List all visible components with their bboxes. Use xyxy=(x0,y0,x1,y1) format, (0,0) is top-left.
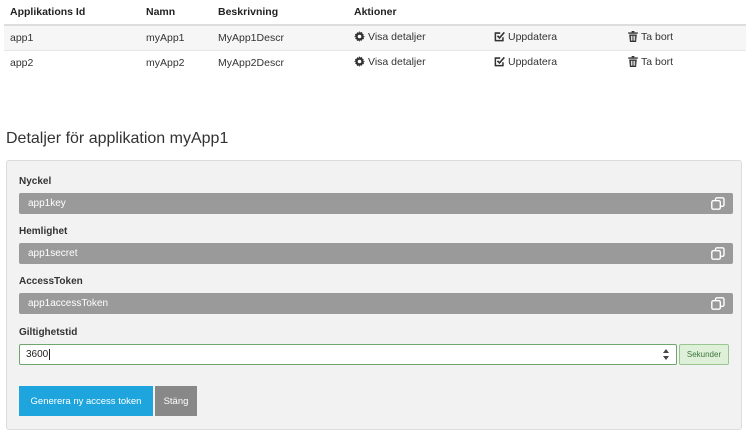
show-details-label: Visa detaljer xyxy=(368,30,426,43)
header-actions: Aktioner xyxy=(348,0,488,26)
details-panel: Nyckel app1key Hemlighet app1secret Acce… xyxy=(6,160,742,430)
copy-icon[interactable] xyxy=(711,197,725,210)
secret-field[interactable]: app1secret xyxy=(19,243,733,264)
text-caret xyxy=(49,348,51,360)
delete-link[interactable]: Ta bort xyxy=(628,56,673,68)
spinner-arrows-icon[interactable] xyxy=(662,348,670,361)
update-link[interactable]: Uppdatera xyxy=(494,56,557,68)
validity-value: 3600 xyxy=(26,349,49,360)
copy-icon[interactable] xyxy=(711,247,725,260)
key-value: app1key xyxy=(28,198,66,209)
delete-label: Ta bort xyxy=(641,55,674,68)
key-field[interactable]: app1key xyxy=(19,193,733,214)
generate-token-button[interactable]: Generera ny access token xyxy=(19,386,153,416)
token-label: AccessToken xyxy=(19,276,83,287)
validity-label: Giltighetstid xyxy=(19,327,78,338)
update-label: Uppdatera xyxy=(508,55,558,68)
key-label: Nyckel xyxy=(19,176,52,187)
show-details-link[interactable]: Visa detaljer xyxy=(354,31,426,43)
edit-check-icon xyxy=(494,56,505,67)
update-label: Uppdatera xyxy=(508,30,558,43)
cell-app-id: app2 xyxy=(4,49,140,75)
cell-app-id: app1 xyxy=(4,24,140,50)
details-title: Detaljer för applikation myApp1 xyxy=(6,130,229,147)
header-description: Beskrivning xyxy=(212,0,348,26)
show-details-link[interactable]: Visa detaljer xyxy=(354,56,426,68)
table-row: app1 myApp1 MyApp1Descr Visa detaljer Up… xyxy=(4,24,746,50)
validity-unit: Sekunder xyxy=(679,344,729,365)
show-details-label: Visa detaljer xyxy=(368,55,426,68)
cell-name: myApp2 xyxy=(140,49,212,75)
applications-table: Applikations Id Namn Beskrivning Aktione… xyxy=(4,0,746,75)
token-field[interactable]: app1accessToken xyxy=(19,293,733,314)
edit-check-icon xyxy=(494,31,505,42)
cell-name: myApp1 xyxy=(140,24,212,50)
copy-icon[interactable] xyxy=(711,297,725,310)
cell-description: MyApp1Descr xyxy=(212,24,348,50)
delete-label: Ta bort xyxy=(641,30,674,43)
trash-icon xyxy=(628,56,638,67)
update-link[interactable]: Uppdatera xyxy=(494,31,557,43)
table-header-row: Applikations Id Namn Beskrivning Aktione… xyxy=(4,0,746,26)
header-name: Namn xyxy=(140,0,212,26)
header-spacer xyxy=(488,0,622,26)
delete-link[interactable]: Ta bort xyxy=(628,31,673,43)
gear-icon xyxy=(354,56,365,67)
header-app-id: Applikations Id xyxy=(4,0,140,26)
secret-value: app1secret xyxy=(28,248,78,259)
token-value: app1accessToken xyxy=(28,298,109,309)
validity-input[interactable]: 3600 xyxy=(19,344,677,365)
secret-label: Hemlighet xyxy=(19,226,68,237)
gear-icon xyxy=(354,31,365,42)
cell-description: MyApp2Descr xyxy=(212,49,348,75)
trash-icon xyxy=(628,31,638,42)
close-button[interactable]: Stäng xyxy=(155,386,197,416)
header-spacer xyxy=(622,0,746,26)
table-row: app2 myApp2 MyApp2Descr Visa detaljer Up… xyxy=(4,49,746,75)
